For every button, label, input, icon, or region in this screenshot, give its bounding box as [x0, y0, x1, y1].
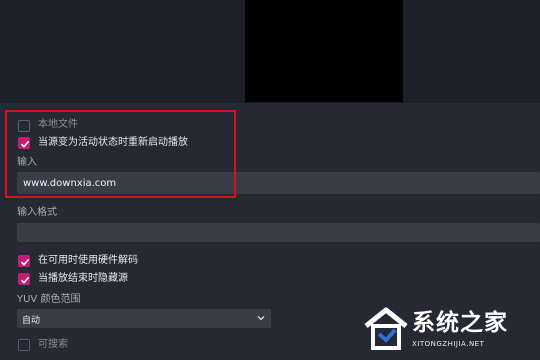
house-logo-icon [364, 307, 408, 350]
yuv-range-value: 自动 [22, 316, 41, 326]
hw-decode-label: 在可用时使用硬件解码 [38, 255, 138, 266]
hide-source-checkbox[interactable] [18, 273, 30, 285]
watermark-site: XITONGZHIJIA.NET [412, 340, 485, 348]
yuv-range-select[interactable]: 自动 [17, 309, 271, 328]
searchable-label: 可搜索 [38, 339, 68, 350]
highlight-frame [5, 110, 236, 198]
input-format-field[interactable] [17, 223, 540, 242]
yuv-range-label: YUV 颜色范围 [17, 294, 81, 305]
searchable-checkbox[interactable] [18, 339, 30, 351]
watermark: 系统之家 XITONGZHIJIA.NET [360, 296, 540, 360]
hide-source-label: 当播放结束时隐藏源 [38, 273, 128, 284]
video-preview [245, 0, 403, 102]
watermark-title: 系统之家 [412, 310, 508, 336]
input-format-label: 输入格式 [17, 207, 57, 218]
hw-decode-checkbox[interactable] [18, 255, 30, 267]
checkmark-icon [20, 258, 30, 266]
chevron-down-icon [257, 316, 265, 321]
checkmark-icon [20, 276, 30, 284]
